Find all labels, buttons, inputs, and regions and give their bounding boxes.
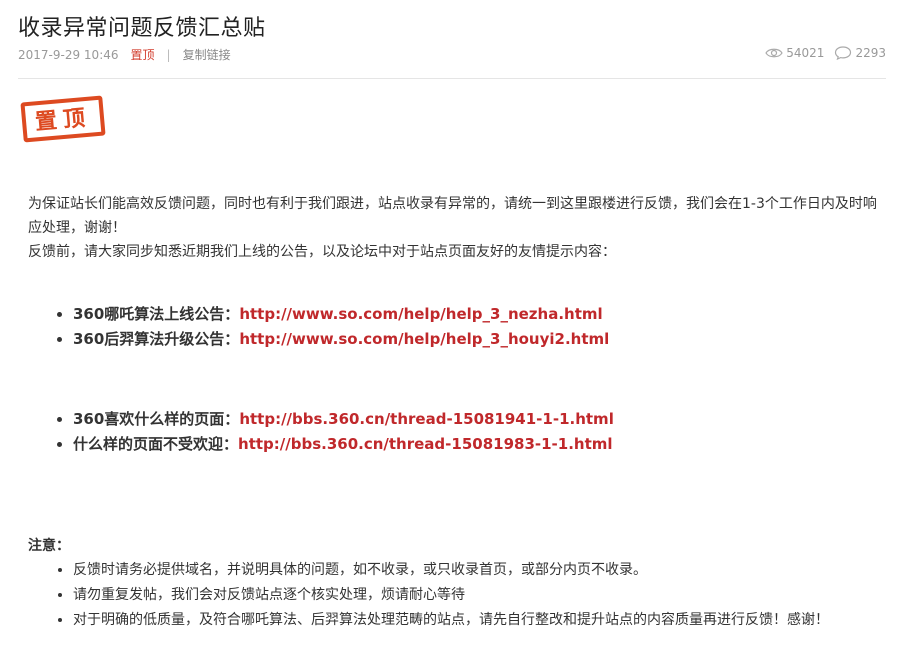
link-label: 什么样的页面不受欢迎： xyxy=(73,435,239,453)
view-count: 54021 xyxy=(765,46,824,60)
pinned-tag: 置顶 xyxy=(130,48,155,62)
intro-paragraph-2: 反馈前，请大家同步知悉近期我们上线的公告，以及论坛中对于站点页面友好的友情提示内… xyxy=(28,244,616,260)
announcement-link[interactable]: http://www.so.com/help/help_3_nezha.html xyxy=(239,305,602,323)
copy-link-button[interactable]: 复制链接 xyxy=(183,46,231,63)
note-heading: 注意： xyxy=(28,538,70,554)
comment-count-value: 2293 xyxy=(855,46,886,60)
pinned-stamp: 置顶 xyxy=(20,95,106,143)
announcement-list: 360哪吒算法上线公告：http://www.so.com/help/help_… xyxy=(28,302,878,352)
link-label: 360哪吒算法上线公告： xyxy=(73,305,240,323)
post-content: 为保证站长们能高效反馈问题，同时也有利于我们跟进，站点收录有异常的，请统一到这里… xyxy=(28,192,878,633)
list-item: 360喜欢什么样的页面：http://bbs.360.cn/thread-150… xyxy=(73,407,878,432)
eye-icon xyxy=(765,48,783,58)
link-label: 360喜欢什么样的页面： xyxy=(73,410,240,428)
list-item: 360后羿算法升级公告：http://www.so.com/help/help_… xyxy=(73,327,878,352)
thread-link[interactable]: http://bbs.360.cn/thread-15081941-1-1.ht… xyxy=(239,410,614,428)
header-divider xyxy=(18,78,886,79)
list-item: 对于明确的低质量，及符合哪吒算法、后羿算法处理范畴的站点，请先自行整改和提升站点… xyxy=(73,608,878,633)
meta-separator: | xyxy=(166,47,171,62)
list-item: 360哪吒算法上线公告：http://www.so.com/help/help_… xyxy=(73,302,878,327)
list-item: 什么样的页面不受欢迎：http://bbs.360.cn/thread-1508… xyxy=(73,432,878,457)
post-meta: 2017-9-29 10:46 置顶 | 复制链接 xyxy=(18,46,231,63)
post-stats: 54021 2293 xyxy=(755,46,886,60)
intro-paragraph: 为保证站长们能高效反馈问题，同时也有利于我们跟进，站点收录有异常的，请统一到这里… xyxy=(28,196,877,236)
comment-count[interactable]: 2293 xyxy=(834,46,886,60)
view-count-value: 54021 xyxy=(786,46,825,60)
list-item: 请勿重复发帖，我们会对反馈站点逐个核实处理，烦请耐心等待 xyxy=(73,583,878,608)
note-list: 反馈时请务必提供域名，并说明具体的问题，如不收录，或只收录首页，或部分内页不收录… xyxy=(28,558,878,633)
post-date: 2017-9-29 10:46 xyxy=(18,47,119,62)
list-item: 反馈时请务必提供域名，并说明具体的问题，如不收录，或只收录首页，或部分内页不收录… xyxy=(73,558,878,583)
announcement-link[interactable]: http://www.so.com/help/help_3_houyi2.htm… xyxy=(239,330,609,348)
link-label: 360后羿算法升级公告： xyxy=(73,330,240,348)
tips-list: 360喜欢什么样的页面：http://bbs.360.cn/thread-150… xyxy=(28,407,878,457)
thread-link[interactable]: http://bbs.360.cn/thread-15081983-1-1.ht… xyxy=(238,435,613,453)
post-title: 收录异常问题反馈汇总贴 xyxy=(18,16,266,41)
comment-icon xyxy=(835,46,852,60)
